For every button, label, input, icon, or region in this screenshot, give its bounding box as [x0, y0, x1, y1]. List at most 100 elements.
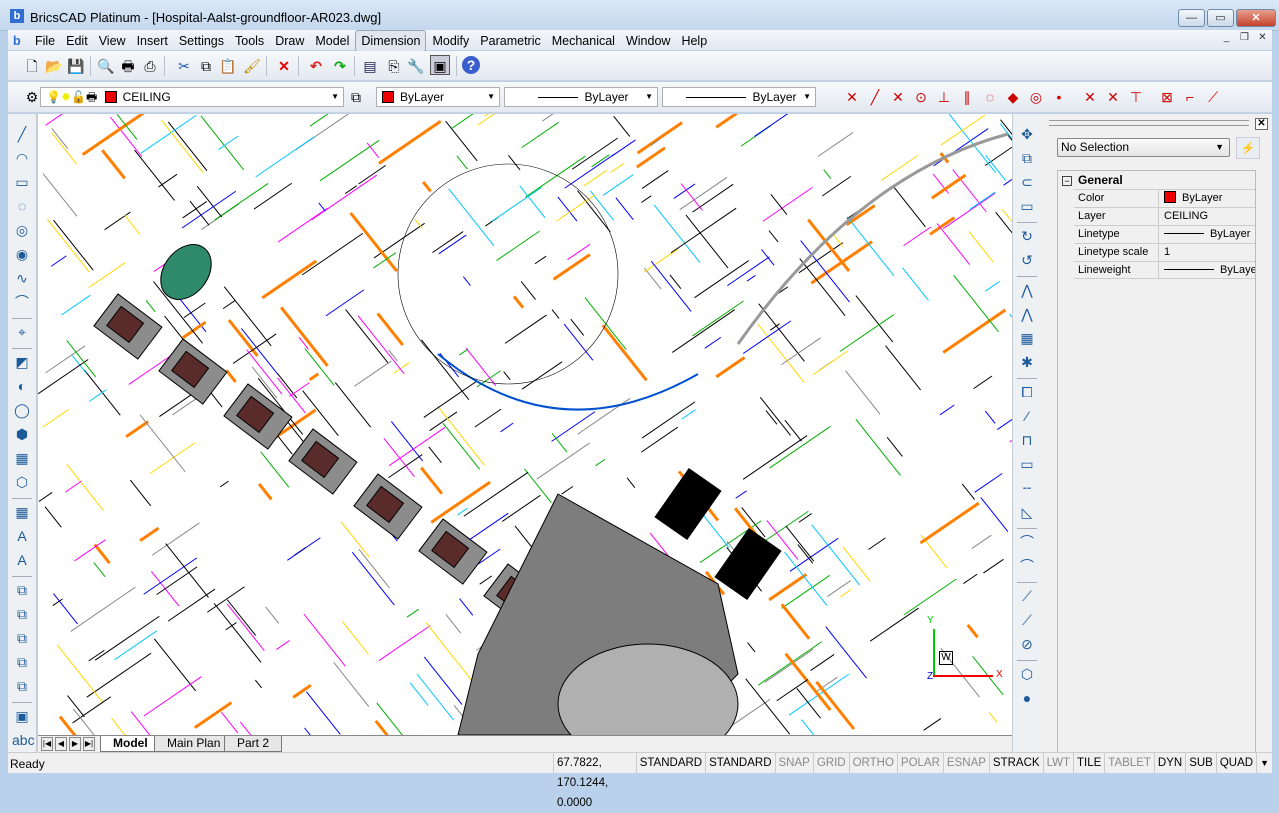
- plot-icon[interactable]: ⎙: [140, 56, 160, 76]
- property-row[interactable]: LayerCEILING: [1074, 207, 1255, 225]
- scale-icon[interactable]: ▭: [1017, 196, 1037, 216]
- doc-icon[interactable]: b: [8, 31, 26, 51]
- status-toggle-tablet[interactable]: TABLET: [1104, 753, 1154, 773]
- menu-file[interactable]: File: [30, 31, 60, 51]
- insert-icon[interactable]: ⧉: [12, 580, 32, 600]
- layer-dropdown[interactable]: 💡✹🔓🖶 CEILING ▼: [40, 87, 344, 107]
- property-value[interactable]: 1: [1159, 244, 1255, 261]
- snap-4-icon[interactable]: ⊥: [934, 87, 954, 107]
- circle-icon[interactable]: ◎: [12, 220, 32, 240]
- status-toggle-ortho[interactable]: ORTHO: [849, 753, 897, 773]
- trim-icon[interactable]: ⁄: [1017, 406, 1037, 426]
- section-general[interactable]: −General: [1058, 171, 1255, 189]
- rectangle-icon[interactable]: ▭: [12, 172, 32, 192]
- image-icon[interactable]: ⧉: [12, 652, 32, 672]
- property-row[interactable]: ColorByLayer: [1074, 189, 1255, 207]
- status-toggle-lwt[interactable]: LWT: [1043, 753, 1073, 773]
- xref-icon[interactable]: ⧉: [12, 628, 32, 648]
- menu-mechanical[interactable]: Mechanical: [547, 31, 620, 51]
- lengthen-icon[interactable]: ⟋: [1017, 586, 1037, 606]
- status-toggle-grid[interactable]: GRID: [813, 753, 849, 773]
- snap-0-icon[interactable]: ✕: [842, 87, 862, 107]
- region-icon[interactable]: ◐: [12, 376, 32, 396]
- spell-icon[interactable]: abc: [12, 730, 32, 750]
- copy-icon[interactable]: ⧉: [196, 56, 216, 76]
- spline-icon[interactable]: ∿: [12, 268, 32, 288]
- new-icon[interactable]: 🗋: [22, 56, 42, 76]
- pattern-icon[interactable]: ✱: [1017, 352, 1037, 372]
- snap-11-icon[interactable]: ✕: [1103, 87, 1123, 107]
- snap-5-icon[interactable]: ∥: [957, 87, 977, 107]
- panel-grip[interactable]: [1049, 120, 1249, 126]
- print-preview-icon[interactable]: 🔍: [96, 56, 116, 76]
- menu-model[interactable]: Model: [310, 31, 354, 51]
- rotate3d-icon[interactable]: ↺: [1017, 250, 1037, 270]
- doc-restore-button[interactable]: ❐: [1236, 32, 1253, 47]
- mirror-icon[interactable]: ⋀: [1017, 280, 1037, 300]
- save-icon[interactable]: 💾: [66, 56, 86, 76]
- maximize-button[interactable]: ▭: [1207, 9, 1234, 27]
- extend-icon[interactable]: ⊓: [1017, 430, 1037, 450]
- property-value[interactable]: ByLayer: [1159, 262, 1255, 278]
- selection-dropdown[interactable]: No Selection▼: [1057, 138, 1230, 157]
- doc-close-button[interactable]: ✕: [1254, 32, 1271, 47]
- open-icon[interactable]: 📂: [44, 56, 64, 76]
- snap-3-icon[interactable]: ⊙: [911, 87, 931, 107]
- block-icon[interactable]: ⧉: [12, 604, 32, 624]
- status-toggle-standard[interactable]: STANDARD: [636, 753, 705, 773]
- property-value[interactable]: ByLayer: [1159, 226, 1255, 243]
- properties-icon[interactable]: ▤: [360, 56, 380, 76]
- donut-icon[interactable]: ◉: [12, 244, 32, 264]
- status-toggle-snap[interactable]: SNAP: [775, 753, 813, 773]
- rotate-icon[interactable]: ↻: [1017, 226, 1037, 246]
- snap-1-icon[interactable]: ╱: [865, 87, 885, 107]
- property-row[interactable]: LinetypeByLayer: [1074, 225, 1255, 243]
- text-icon[interactable]: A: [12, 526, 32, 546]
- menu-tools[interactable]: Tools: [230, 31, 269, 51]
- fillet2-icon[interactable]: ⌒: [1017, 556, 1037, 576]
- drawing-canvas[interactable]: W X Y Z: [38, 114, 1012, 735]
- status-toggle-sub[interactable]: SUB: [1185, 753, 1216, 773]
- tab-main-plan[interactable]: Main Plan: [154, 736, 233, 752]
- paste-icon[interactable]: 📋: [218, 56, 238, 76]
- 3dface-icon[interactable]: ⬢: [12, 424, 32, 444]
- snap-2-icon[interactable]: ✕: [888, 87, 908, 107]
- snap-7-icon[interactable]: ◆: [1003, 87, 1023, 107]
- settings-icon[interactable]: ▣: [430, 55, 450, 75]
- color-dropdown[interactable]: ByLayer▼: [376, 87, 500, 107]
- break-icon[interactable]: ▭: [1017, 454, 1037, 474]
- ellipse-icon[interactable]: ⌒: [12, 292, 32, 312]
- undo-icon[interactable]: ↶: [306, 56, 326, 76]
- print-icon[interactable]: 🖶: [118, 56, 138, 76]
- polygon-icon[interactable]: ⬡: [12, 472, 32, 492]
- status-toggle-tile[interactable]: TILE: [1073, 753, 1104, 773]
- layer-state-icon[interactable]: ⧉: [346, 87, 366, 107]
- quick-select-icon[interactable]: ⚡: [1236, 137, 1260, 159]
- menu-edit[interactable]: Edit: [61, 31, 93, 51]
- explorer-icon[interactable]: ⎘: [384, 56, 404, 76]
- design-center-icon[interactable]: 🔧: [406, 56, 426, 76]
- arc-icon[interactable]: ◠: [12, 148, 32, 168]
- snap-6-icon[interactable]: ◌: [980, 87, 1000, 107]
- move-icon[interactable]: ✥: [1017, 124, 1037, 144]
- close-button[interactable]: ✕: [1236, 9, 1276, 27]
- status-toggle-quad[interactable]: QUAD: [1216, 753, 1256, 773]
- prev-tab-button[interactable]: ◀: [55, 737, 67, 751]
- first-tab-button[interactable]: |◀: [41, 737, 53, 751]
- wblock-icon[interactable]: ▣: [12, 706, 32, 726]
- minimize-button[interactable]: —: [1178, 9, 1205, 27]
- lineweight-dropdown[interactable]: ByLayer▼: [662, 87, 816, 107]
- join-icon[interactable]: ╌: [1017, 478, 1037, 498]
- snap-13-icon[interactable]: ⊠: [1157, 87, 1177, 107]
- delete-icon[interactable]: ✕: [274, 56, 294, 76]
- linetype-dropdown[interactable]: ByLayer▼: [504, 87, 658, 107]
- status-toggle-dyn[interactable]: DYN: [1154, 753, 1185, 773]
- copy-icon[interactable]: ⧉: [1017, 148, 1037, 168]
- line-icon[interactable]: ╱: [12, 124, 32, 144]
- snap-15-icon[interactable]: ⟋: [1203, 87, 1223, 107]
- layer-explorer-icon[interactable]: ⚙: [22, 87, 42, 107]
- snap-8-icon[interactable]: ◎: [1026, 87, 1046, 107]
- cut-icon[interactable]: ✂: [174, 56, 194, 76]
- chamfer-icon[interactable]: ◺: [1017, 502, 1037, 522]
- status-menu-icon[interactable]: ▼: [1256, 753, 1272, 773]
